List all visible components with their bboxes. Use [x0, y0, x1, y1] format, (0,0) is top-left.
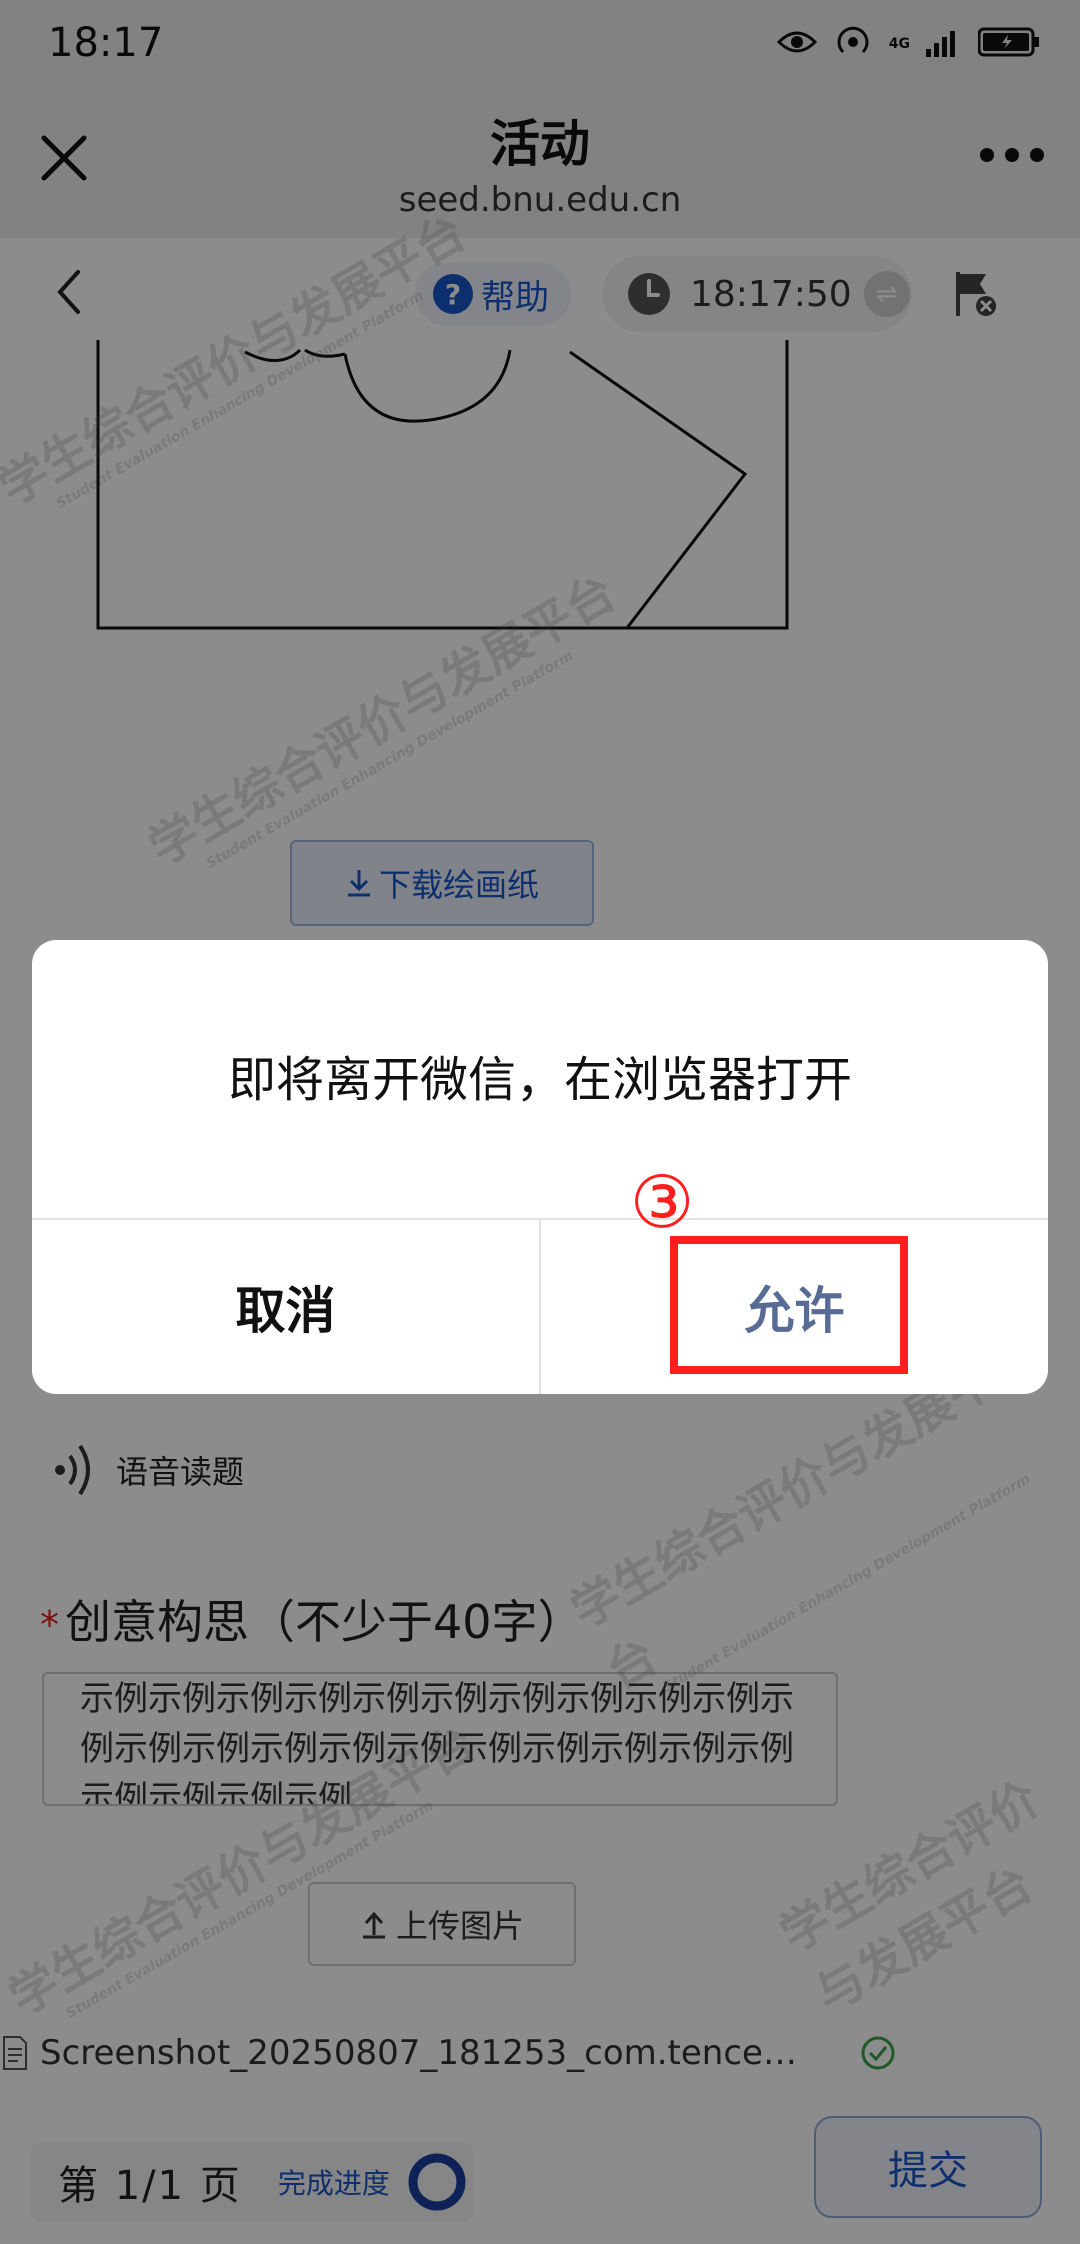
step-marker: ③	[629, 1160, 695, 1244]
cancel-button[interactable]: 取消	[32, 1220, 539, 1394]
dialog-message: 即将离开微信，在浏览器打开	[227, 1052, 852, 1108]
highlight-box	[670, 1236, 908, 1374]
